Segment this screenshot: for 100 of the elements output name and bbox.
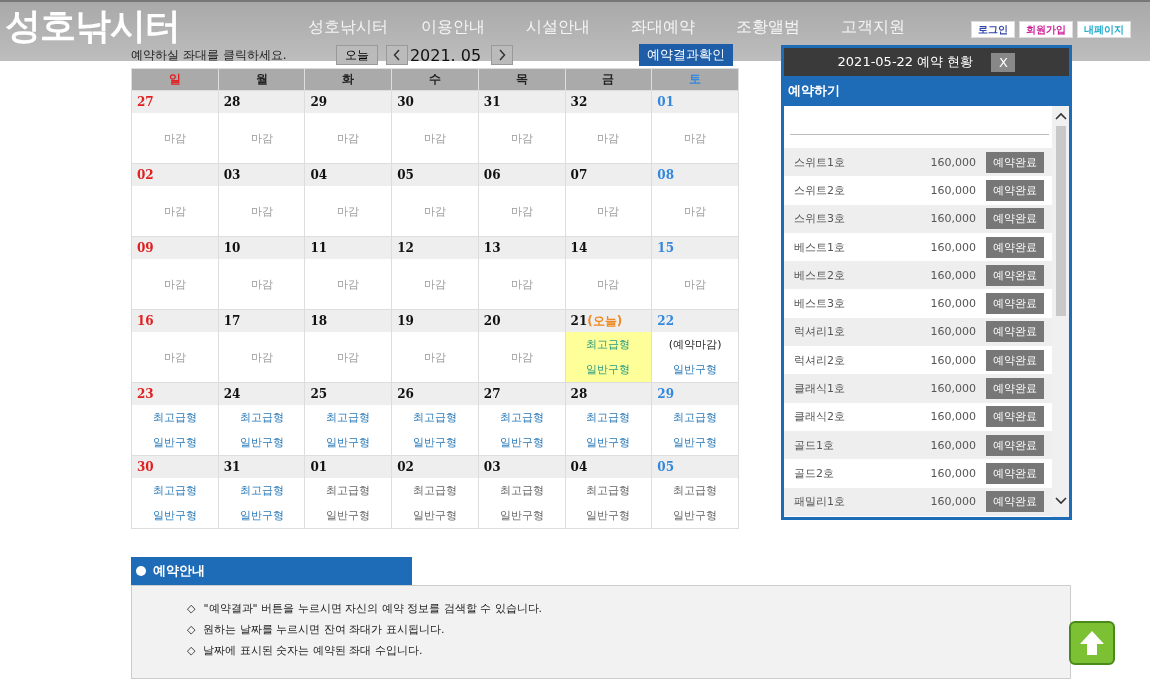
scrollbar[interactable] bbox=[1052, 106, 1069, 517]
status-badge: 예약완료 bbox=[986, 236, 1044, 258]
instruction-text: 예약하실 좌대를 클릭하세요. bbox=[131, 46, 288, 64]
room-name: 베스트2호 bbox=[793, 267, 846, 283]
room-row[interactable]: 스위트2호 160,000 예약완료 bbox=[784, 176, 1052, 205]
reservation-link[interactable]: 최고급형 bbox=[499, 410, 544, 425]
scroll-top-button[interactable] bbox=[1069, 621, 1115, 665]
reservation-link[interactable]: 일반구형 bbox=[152, 435, 197, 450]
reservation-link[interactable]: 최고급형 bbox=[673, 410, 718, 425]
account-button[interactable]: 회원가입 bbox=[1019, 20, 1073, 38]
status-text: 최고급형 bbox=[499, 483, 544, 498]
room-price: 160,000 bbox=[929, 155, 976, 169]
date-number: 03 bbox=[223, 168, 241, 182]
status-text: 마감 bbox=[684, 203, 707, 219]
status-text: 최고급형 bbox=[586, 483, 631, 498]
status-text: 일반구형 bbox=[413, 508, 457, 523]
date-number: 01 bbox=[310, 460, 328, 474]
bullet-icon bbox=[136, 566, 146, 576]
reservation-link[interactable]: 일반구형 bbox=[499, 435, 544, 450]
guide-text: 원하는 날짜를 누르시면 잔여 좌대가 표시됩니다. bbox=[203, 622, 445, 637]
date-number: 17 bbox=[223, 314, 241, 328]
previous-month-button[interactable] bbox=[386, 45, 408, 65]
reservation-link[interactable]: 일반구형 bbox=[326, 435, 371, 450]
date-number: 24 bbox=[223, 387, 241, 401]
room-row[interactable]: 스위트1호 160,000 예약완료 bbox=[784, 148, 1052, 177]
scroll-thumb[interactable] bbox=[1055, 126, 1066, 316]
room-row[interactable]: 럭셔리1호 160,000 예약완료 bbox=[784, 317, 1052, 347]
account-button[interactable]: 로그인 bbox=[971, 20, 1015, 38]
room-name: 베스트1호 bbox=[793, 239, 846, 255]
reservation-link[interactable]: 최고급형 bbox=[586, 337, 631, 352]
room-row[interactable]: 베스트3호 160,000 예약완료 bbox=[784, 289, 1052, 318]
reservation-link[interactable]: 일반구형 bbox=[239, 508, 284, 523]
today-label: (오늘) bbox=[587, 312, 623, 330]
room-row[interactable]: 패밀리1호 160,000 예약완료 bbox=[784, 487, 1052, 516]
room-row[interactable]: 럭셔리2호 160,000 예약완료 bbox=[784, 346, 1052, 375]
reservation-link[interactable]: 일반구형 bbox=[152, 508, 197, 523]
diamond-bullet: ◇ bbox=[187, 623, 196, 636]
room-row[interactable]: 골드1호 160,000 예약완료 bbox=[784, 430, 1052, 460]
arrow-up-icon bbox=[1078, 629, 1106, 657]
next-month-button[interactable] bbox=[491, 45, 513, 65]
room-row[interactable]: 베스트1호 160,000 예약완료 bbox=[784, 232, 1052, 262]
status-text: 마감 bbox=[250, 203, 273, 219]
reservation-link[interactable]: 최고급형 bbox=[326, 410, 371, 425]
reservation-result-button[interactable]: 예약결과확인 bbox=[639, 44, 733, 66]
date-number: 04 bbox=[310, 168, 328, 182]
reservation-link[interactable]: 최고급형 bbox=[239, 410, 284, 425]
date-number: 31 bbox=[223, 460, 241, 474]
room-row[interactable]: 클래식1호 160,000 예약완료 bbox=[784, 374, 1052, 403]
weekday-header: 화 bbox=[305, 69, 392, 90]
reservation-link[interactable]: 일반구형 bbox=[586, 435, 631, 450]
chevron-up-icon[interactable] bbox=[1054, 112, 1067, 120]
date-number: 11 bbox=[310, 241, 328, 255]
date-number: 10 bbox=[223, 241, 241, 255]
date-number: 08 bbox=[657, 168, 674, 182]
room-row[interactable]: 베스트2호 160,000 예약완료 bbox=[784, 261, 1052, 290]
reservation-link[interactable]: 일반구형 bbox=[586, 362, 631, 377]
reservation-link[interactable]: 최고급형 bbox=[152, 410, 197, 425]
reservation-link[interactable]: 일반구형 bbox=[413, 435, 457, 450]
reservation-link[interactable]: 최고급형 bbox=[413, 410, 457, 425]
weekday-header: 수 bbox=[392, 69, 478, 90]
status-text: 마감 bbox=[424, 203, 446, 219]
status-text: 마감 bbox=[424, 349, 446, 365]
room-price: 160,000 bbox=[929, 495, 976, 509]
status-text: 마감 bbox=[510, 130, 533, 146]
date-number: 18 bbox=[310, 314, 328, 328]
status-badge: 예약완료 bbox=[986, 264, 1044, 286]
weekday-header: 목 bbox=[478, 69, 565, 90]
room-name: 골드1호 bbox=[793, 437, 835, 453]
status-text: 마감 bbox=[510, 276, 533, 292]
chevron-left-icon bbox=[393, 49, 401, 61]
room-row[interactable]: 클래식2호 160,000 예약완료 bbox=[784, 402, 1052, 431]
room-row[interactable]: 골드2호 160,000 예약완료 bbox=[784, 459, 1052, 488]
room-price: 160,000 bbox=[929, 410, 976, 424]
reservation-link[interactable]: 일반구형 bbox=[239, 435, 284, 450]
room-name: 베스트3호 bbox=[793, 296, 846, 312]
date-number: 01 bbox=[657, 95, 674, 109]
date-number: 13 bbox=[483, 241, 501, 255]
status-text: 마감 bbox=[337, 203, 360, 219]
room-price: 160,000 bbox=[929, 466, 976, 480]
reservation-link[interactable]: 일반구형 bbox=[673, 362, 718, 377]
today-button[interactable]: 오늘 bbox=[336, 45, 378, 65]
reservation-link[interactable]: 최고급형 bbox=[152, 483, 197, 498]
account-button[interactable]: 내페이지 bbox=[1077, 20, 1131, 38]
section-header: 예약하기 bbox=[784, 76, 1069, 106]
status-badge: 예약완료 bbox=[986, 151, 1044, 173]
status-text: 마감 bbox=[250, 130, 273, 146]
reservation-link[interactable]: 최고급형 bbox=[586, 410, 631, 425]
status-badge: 예약완료 bbox=[986, 434, 1044, 456]
room-name: 골드2호 bbox=[793, 465, 835, 481]
room-row[interactable]: 스위트3호 160,000 예약완료 bbox=[784, 204, 1052, 233]
room-name: 클래식2호 bbox=[793, 409, 846, 425]
date-number: 09 bbox=[137, 241, 154, 255]
reservation-link[interactable]: 일반구형 bbox=[673, 435, 718, 450]
room-name: 럭셔리2호 bbox=[793, 352, 846, 368]
date-number: 27 bbox=[483, 387, 501, 401]
close-button[interactable]: X bbox=[991, 52, 1016, 72]
chevron-down-icon[interactable] bbox=[1054, 497, 1067, 505]
date-number: 05 bbox=[397, 168, 414, 182]
room-price: 160,000 bbox=[929, 240, 976, 254]
reservation-link[interactable]: 최고급형 bbox=[239, 483, 284, 498]
